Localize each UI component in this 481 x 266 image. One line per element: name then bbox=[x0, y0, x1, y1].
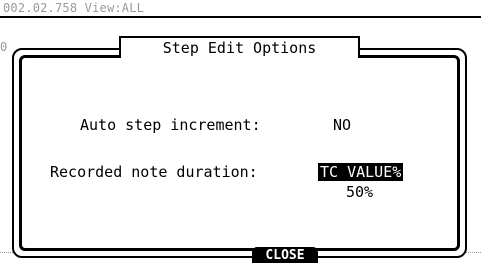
dialog-inner-frame bbox=[19, 55, 460, 251]
close-button[interactable]: CLOSE bbox=[252, 247, 318, 263]
dialog-title: Step Edit Options bbox=[119, 36, 360, 58]
mpc-lcd-screen: 002.02.758 View:ALL 0 Step Edit Options … bbox=[0, 0, 481, 266]
background-marker: 0 bbox=[0, 40, 8, 54]
status-divider bbox=[0, 16, 481, 18]
auto-step-value[interactable]: NO bbox=[333, 116, 351, 134]
auto-step-label: Auto step increment: bbox=[80, 116, 261, 134]
note-duration-selected-value[interactable]: TC VALUE% bbox=[318, 163, 404, 181]
status-bar: 002.02.758 View:ALL bbox=[3, 1, 145, 15]
note-duration-option-50[interactable]: 50% bbox=[346, 183, 373, 201]
note-duration-label: Recorded note duration: bbox=[50, 163, 258, 181]
